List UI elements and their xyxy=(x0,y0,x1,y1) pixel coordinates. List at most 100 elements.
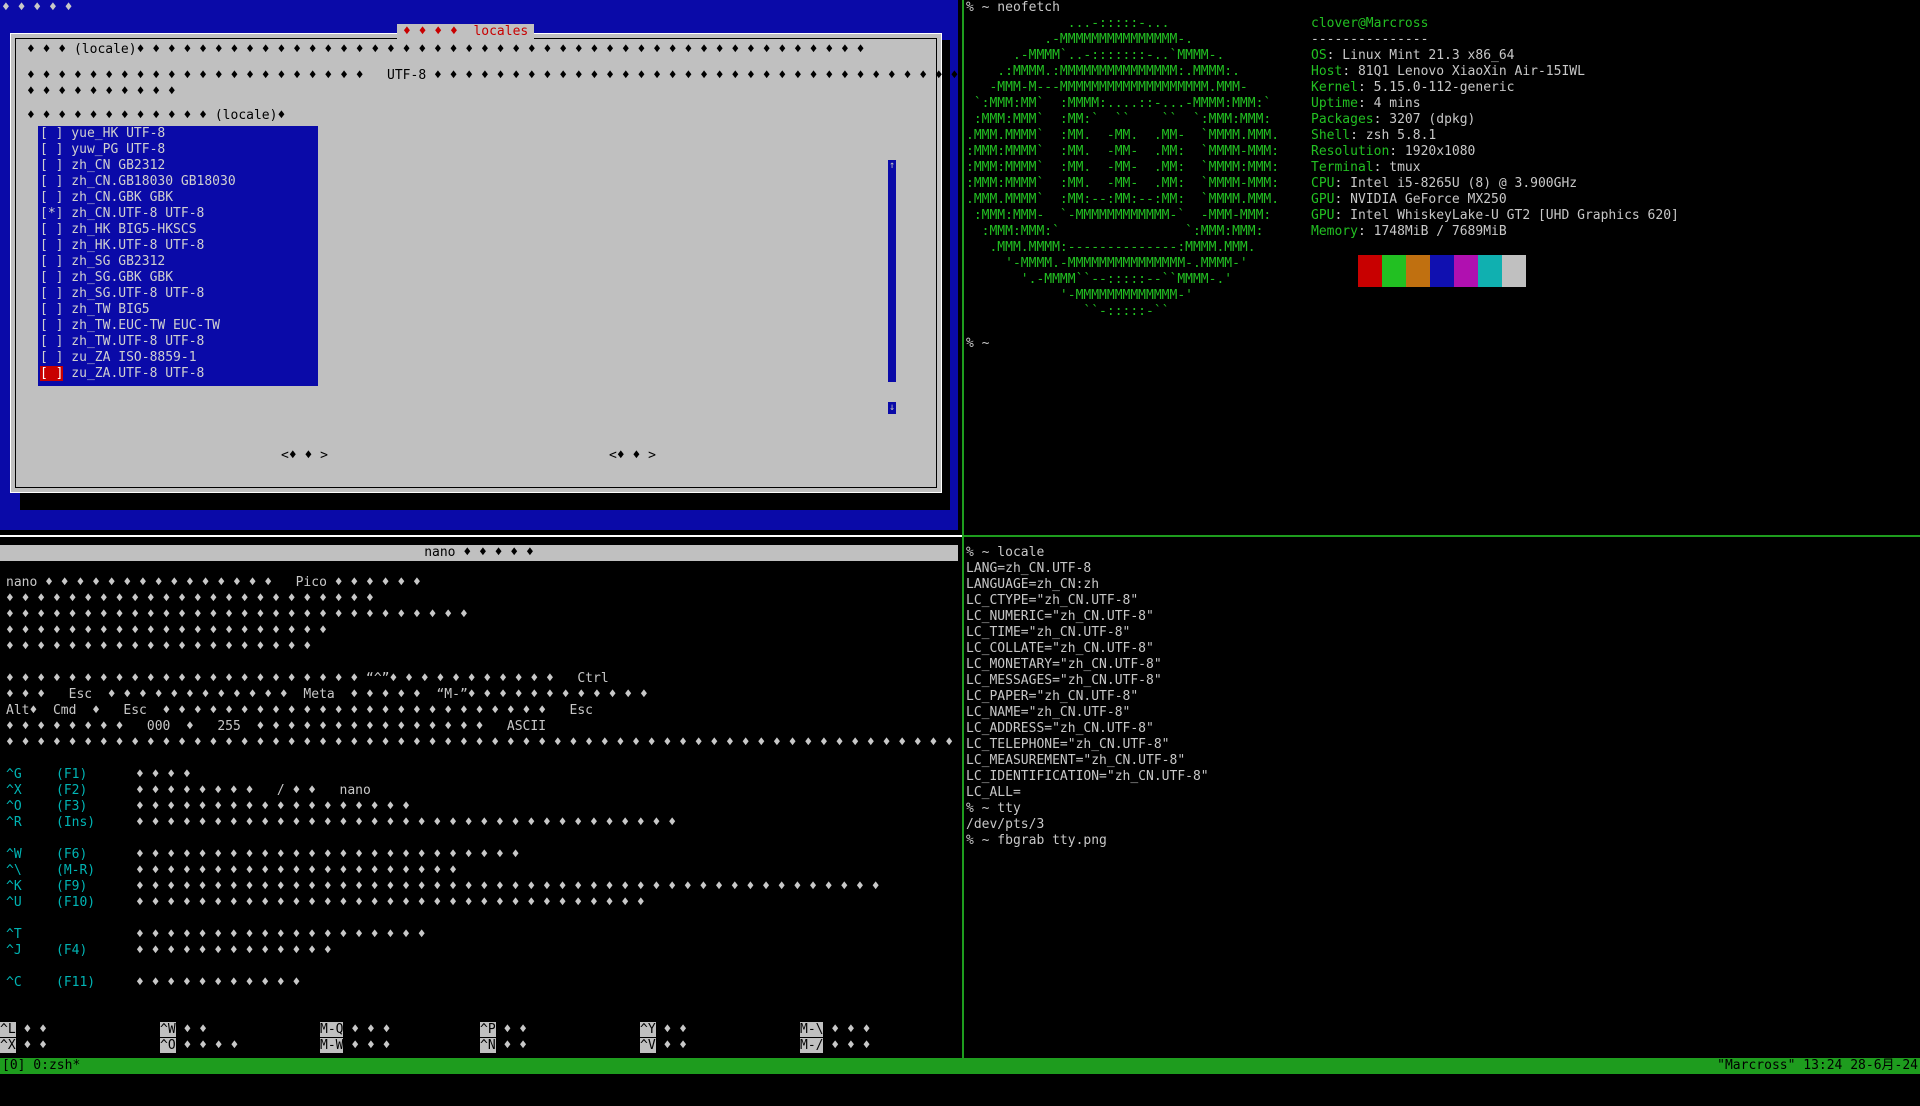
dialog-title: ♦ ♦ ♦ ♦ locales xyxy=(397,24,535,40)
shortcut-label: ♦ ♦ ♦ xyxy=(343,1022,391,1037)
color-swatch xyxy=(1454,255,1478,287)
shortcut-item[interactable]: ^X ♦ ♦ xyxy=(0,1038,47,1054)
function-key: (F9) xyxy=(56,879,88,894)
logo-line: :MMM:MMMM` :MM. -MM- .MM: `MMMM-MMM: xyxy=(966,144,1280,159)
terminal-line: % ~ fbgrab tty.png xyxy=(966,833,1107,848)
locale-item[interactable]: [ ] zu_ZA ISO-8859-1 xyxy=(38,350,318,366)
locale-list[interactable]: [ ] yue_HK UTF-8 [ ] yuw_PG UTF-8 [ ] zh… xyxy=(38,126,318,386)
shortcut-label: ♦ ♦ xyxy=(495,1022,527,1037)
nano-key-row: ^J (F4) ♦ ♦ ♦ ♦ ♦ ♦ ♦ ♦ ♦ ♦ ♦ ♦ ♦ xyxy=(6,943,958,959)
user-host: clover@Marcross xyxy=(1311,16,1429,31)
locale-item[interactable]: [ ] zh_TW BIG5 xyxy=(38,302,318,318)
ok-button[interactable]: <♦ ♦ > xyxy=(281,448,328,463)
dialog-text-line: ♦ ♦ ♦ ♦ ♦ ♦ ♦ ♦ ♦ ♦ ♦ ♦ (locale)♦ xyxy=(27,108,286,123)
shortcut-item[interactable]: ^W ♦ ♦ xyxy=(160,1022,207,1038)
nano-key-row xyxy=(6,831,958,847)
logo-line: .MMM.MMMM:--------------:MMMM.MMM. xyxy=(966,240,1256,255)
locale-item[interactable]: [ ] zh_CN.GB18030 GB18030 xyxy=(38,174,318,190)
locale-item[interactable]: [ ] zh_TW.UTF-8 UTF-8 xyxy=(38,334,318,350)
pane-divider-horizontal-left[interactable] xyxy=(0,535,962,537)
locale-item[interactable]: [ ] zh_HK.UTF-8 UTF-8 xyxy=(38,238,318,254)
color-swatch xyxy=(1358,255,1382,287)
logo-line: .-MMMMMMMMMMMMMMM-. xyxy=(966,32,1193,47)
cancel-button[interactable]: <♦ ♦ > xyxy=(609,448,656,463)
locale-item[interactable]: [ ] zh_CN.GBK GBK xyxy=(38,190,318,206)
terminal-line: LC_COLLATE="zh_CN.UTF-8" xyxy=(966,641,1154,656)
info-row: Memory: 1748MiB / 7689MiB xyxy=(1311,224,1507,239)
shortcut-item[interactable]: ^Y ♦ ♦ xyxy=(640,1022,687,1038)
key-combo: ^\ xyxy=(6,863,22,878)
dialog-text-line: ♦ ♦ ♦ (locale)♦ ♦ ♦ ♦ ♦ ♦ ♦ ♦ ♦ ♦ ♦ ♦ ♦ … xyxy=(27,42,865,57)
logo-line: -MMM-M---MMMMMMMMMMMMMMMMMMM.MMM- xyxy=(966,80,1248,95)
key-description: ♦ ♦ ♦ ♦ ♦ ♦ ♦ ♦ ♦ ♦ ♦ ♦ ♦ ♦ ♦ ♦ ♦ ♦ xyxy=(136,799,410,814)
logo-line: .:MMMM.:MMMMMMMMMMMMMMM:.MMMM:. xyxy=(966,64,1240,79)
shortcut-label: ♦ ♦ ♦ xyxy=(343,1038,391,1053)
locale-item[interactable]: [*] zh_CN.UTF-8 UTF-8 xyxy=(38,206,318,222)
shortcut-label: ♦ ♦ xyxy=(15,1022,47,1037)
shortcut-item[interactable]: ^N ♦ ♦ xyxy=(480,1038,527,1054)
shortcut-item[interactable]: ^L ♦ ♦ xyxy=(0,1022,47,1038)
info-row: OS: Linux Mint 21.3 x86_64 xyxy=(1311,48,1515,63)
shortcut-item[interactable]: ^V ♦ ♦ xyxy=(640,1038,687,1054)
terminal-line: /dev/pts/3 xyxy=(966,817,1045,832)
info-value: Intel i5-8265U (8) @ 3.900GHz xyxy=(1342,176,1578,191)
scrollbar[interactable] xyxy=(888,172,896,382)
locale-item[interactable]: [ ] zh_SG GB2312 xyxy=(38,254,318,270)
info-label: Memory xyxy=(1311,224,1358,239)
window-list[interactable]: [0] 0:zsh* xyxy=(2,1058,80,1074)
terminal-line: LANG=zh_CN.UTF-8 xyxy=(966,561,1092,576)
scroll-up-arrow-icon[interactable]: ↑ xyxy=(888,160,896,172)
info-value: tmux xyxy=(1381,160,1421,175)
logo-line: ``-:::::-`` xyxy=(966,304,1170,319)
shortcut-item[interactable]: M-Q ♦ ♦ ♦ xyxy=(320,1022,390,1038)
info-separator: --------------- xyxy=(1311,32,1429,47)
nano-key-row: ^K (F9) ♦ ♦ ♦ ♦ ♦ ♦ ♦ ♦ ♦ ♦ ♦ ♦ ♦ ♦ ♦ ♦ ♦ … xyxy=(6,879,958,895)
locale-item[interactable]: [ ] yue_HK UTF-8 xyxy=(38,126,318,142)
shortcut-key: M-Q xyxy=(320,1022,344,1037)
locale-item[interactable]: [ ] zh_SG.UTF-8 UTF-8 xyxy=(38,286,318,302)
terminal-line: % ~ tty xyxy=(966,801,1021,816)
nano-key-row: ^U (F10) ♦ ♦ ♦ ♦ ♦ ♦ ♦ ♦ ♦ ♦ ♦ ♦ ♦ ♦ ♦ ♦ ♦… xyxy=(6,895,958,911)
pane-divider-horizontal[interactable] xyxy=(964,535,1920,537)
locale-item[interactable]: [ ] zh_TW.EUC-TW EUC-TW xyxy=(38,318,318,334)
locale-checkbox-cursor[interactable]: [ ] xyxy=(40,366,64,381)
shortcut-item[interactable]: M-W ♦ ♦ ♦ xyxy=(320,1038,390,1054)
locale-item[interactable]: [ ] zh_SG.GBK GBK xyxy=(38,270,318,286)
key-description: ♦ ♦ ♦ ♦ ♦ ♦ ♦ ♦ / ♦ ♦ nano xyxy=(136,783,371,798)
shortcut-item[interactable]: ^P ♦ ♦ xyxy=(480,1022,527,1038)
terminal-line: LC_IDENTIFICATION="zh_CN.UTF-8" xyxy=(966,769,1209,784)
logo-line: '-MMMM.-MMMMMMMMMMMMMMM-.MMMM-' xyxy=(966,256,1248,271)
terminal-line: LC_NUMERIC="zh_CN.UTF-8" xyxy=(966,609,1154,624)
nano-key-row: ^O (F3) ♦ ♦ ♦ ♦ ♦ ♦ ♦ ♦ ♦ ♦ ♦ ♦ ♦ ♦ ♦ ♦ ♦ … xyxy=(6,799,958,815)
nano-help-line: ♦ ♦ ♦ ♦ ♦ ♦ ♦ ♦ ♦ ♦ ♦ ♦ ♦ ♦ ♦ ♦ ♦ ♦ ♦ ♦ … xyxy=(6,671,609,686)
key-description: ♦ ♦ ♦ ♦ ♦ ♦ ♦ ♦ ♦ ♦ ♦ ♦ ♦ ♦ ♦ ♦ ♦ ♦ ♦ ♦ … xyxy=(136,879,880,894)
info-label: OS xyxy=(1311,48,1327,63)
scroll-down-arrow-icon[interactable]: ↓ xyxy=(888,402,896,414)
locale-item-selected[interactable]: [ ] zu_ZA.UTF-8 UTF-8 xyxy=(38,366,318,382)
info-value: 81Q1 Lenovo XiaoXin Air-15IWL xyxy=(1350,64,1585,79)
logo-line: `:MMM:MM` :MMMM:....::-...-MMMM:MMM:` xyxy=(966,96,1272,111)
locales-dialog-pane: ♦ ♦ ♦ ♦ ♦ ♦ ♦ ♦ ♦ locales ♦ ♦ ♦ (locale)… xyxy=(0,0,958,530)
info-row: Shell: zsh 5.8.1 xyxy=(1311,128,1437,143)
shortcut-item[interactable]: M-/ ♦ ♦ ♦ xyxy=(800,1038,870,1054)
terminal-line: LC_MONETARY="zh_CN.UTF-8" xyxy=(966,657,1162,672)
pane-divider-vertical[interactable] xyxy=(962,0,964,1058)
key-combo: ^K xyxy=(6,879,22,894)
locale-item[interactable]: [ ] yuw_PG UTF-8 xyxy=(38,142,318,158)
function-key: (F11) xyxy=(56,975,96,990)
function-key: (F3) xyxy=(56,799,88,814)
mint-logo: ...-:::::-... .-MMMMMMMMMMMMMMM-. .-MMMM… xyxy=(966,16,1279,320)
nano-help-line: ♦ ♦ ♦ ♦ ♦ ♦ ♦ ♦ ♦ ♦ ♦ ♦ ♦ ♦ ♦ ♦ ♦ ♦ ♦ ♦ … xyxy=(6,623,327,638)
shortcut-label: ♦ ♦ ♦ xyxy=(823,1038,871,1053)
info-label: Terminal xyxy=(1311,160,1374,175)
function-key: (F2) xyxy=(56,783,88,798)
shortcut-item[interactable]: ^O ♦ ♦ ♦ ♦ xyxy=(160,1038,238,1054)
shortcut-item[interactable]: M-\ ♦ ♦ ♦ xyxy=(800,1022,870,1038)
locale-item[interactable]: [ ] zh_HK BIG5-HKSCS xyxy=(38,222,318,238)
locale-item[interactable]: [ ] zh_CN GB2312 xyxy=(38,158,318,174)
shortcut-label: ♦ ♦ xyxy=(15,1038,47,1053)
info-label: Uptime xyxy=(1311,96,1358,111)
dialog-title-glyphs: ♦ ♦ ♦ ♦ xyxy=(403,24,458,39)
key-description: ♦ ♦ ♦ ♦ ♦ ♦ ♦ ♦ ♦ ♦ ♦ ♦ ♦ ♦ ♦ ♦ ♦ ♦ ♦ xyxy=(136,927,426,942)
